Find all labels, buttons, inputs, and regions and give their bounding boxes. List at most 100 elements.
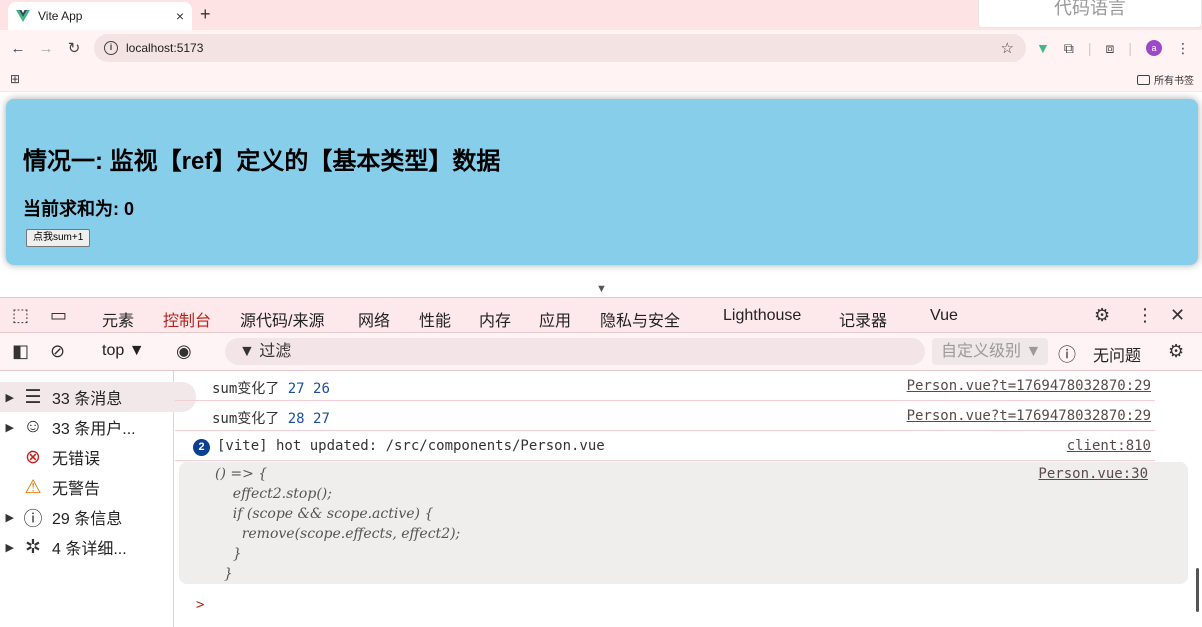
- cast-icon[interactable]: ⧈: [1106, 40, 1115, 57]
- sidebar-item-verbose[interactable]: ▶ ✲ 4 条详细...: [0, 532, 174, 562]
- inspect-element-icon[interactable]: ⬚: [12, 305, 29, 326]
- sidebar-item-label: 33 条用户...: [52, 421, 136, 438]
- menu-kebab-icon[interactable]: ⋮: [1176, 40, 1190, 57]
- console-filter-input[interactable]: ▼ 过滤: [225, 338, 925, 365]
- tab-application[interactable]: 应用: [539, 307, 571, 331]
- sidebar-item-messages[interactable]: ▶ ☰ 33 条消息: [0, 382, 196, 412]
- forward-icon[interactable]: →: [32, 40, 60, 57]
- console-message: sum变化了 28 27: [212, 408, 330, 428]
- sidebar-item-label: 33 条消息: [52, 391, 123, 408]
- bookmark-star-icon[interactable]: ☆: [1001, 39, 1014, 57]
- vue-devtools-extension-icon[interactable]: ▼: [1036, 40, 1050, 56]
- tab-title: Vite App: [38, 9, 83, 23]
- toolbar-actions: ▼ ⧉ | ⧈ | a ⋮: [1036, 30, 1190, 66]
- drawer-toggle-icon[interactable]: ▼: [596, 283, 607, 295]
- function-output-block[interactable]: () => { effect2.stop(); if (scope && sco…: [179, 462, 1188, 584]
- browser-tab[interactable]: Vite App ×: [8, 2, 192, 30]
- live-expression-eye-icon[interactable]: ◉: [176, 341, 192, 362]
- sidebar-item-warnings[interactable]: ⚠ 无警告: [0, 472, 174, 502]
- sum-display: 当前求和为: 0: [23, 199, 135, 219]
- sidebar-item-label: 无错误: [52, 451, 101, 468]
- tab-sources[interactable]: 源代码/来源: [240, 307, 324, 331]
- tab-console[interactable]: 控制台: [148, 307, 226, 342]
- expand-arrow-icon[interactable]: ▶: [0, 511, 20, 524]
- console-message: sum变化了 27 26: [212, 378, 330, 398]
- toolbar-divider: |: [1128, 40, 1133, 56]
- sidebar-toggle-icon[interactable]: ◧: [12, 341, 29, 362]
- tab-strip: Vite App × + 代码语言: [0, 0, 1202, 30]
- sidebar-item-label: 29 条信息: [52, 511, 123, 528]
- extensions-puzzle-icon[interactable]: ⧉: [1064, 40, 1074, 57]
- device-toolbar-icon[interactable]: ▭: [50, 305, 67, 326]
- console-message: [vite] hot updated: /src/components/Pers…: [217, 438, 605, 454]
- tab-network[interactable]: 网络: [358, 307, 390, 331]
- message-values: 27 26: [287, 381, 330, 397]
- console-toolbar: ◧ ⊘ top ▼ ◉ ▼ 过滤 自定义级别 ▼ ⓘ 无问题 ⚙: [0, 333, 1202, 371]
- issues-info-icon[interactable]: ⓘ: [1058, 341, 1076, 367]
- clear-console-icon[interactable]: ⊘: [50, 341, 65, 362]
- expand-arrow-icon[interactable]: ▶: [0, 541, 20, 554]
- filter-icon: ▼: [239, 343, 255, 360]
- folder-icon: [1137, 74, 1150, 85]
- source-link[interactable]: client:810: [1067, 438, 1151, 454]
- repeat-count-badge: 2: [193, 439, 210, 456]
- tab-elements[interactable]: 元素: [102, 307, 134, 331]
- expand-arrow-icon[interactable]: ▶: [0, 391, 20, 404]
- log-levels-dropdown[interactable]: 自定义级别 ▼: [932, 338, 1048, 365]
- sidebar-item-user-messages[interactable]: ▶ ☺ 33 条用户...: [0, 412, 174, 442]
- site-info-icon[interactable]: i: [104, 41, 118, 55]
- all-bookmarks-button[interactable]: 所有书签: [1137, 72, 1194, 87]
- source-link[interactable]: Person.vue?t=1769478032870:29: [907, 408, 1151, 424]
- address-bar[interactable]: i localhost:5173 ☆: [94, 34, 1026, 62]
- bug-icon: ✲: [25, 536, 41, 558]
- console-prompt-icon[interactable]: >: [196, 597, 204, 613]
- message-values: 28 27: [287, 411, 330, 427]
- browser-toolbar: ← → ↻ i localhost:5173 ☆ ▼ ⧉ | ⧈ | a ⋮: [0, 30, 1202, 66]
- overlay-panel: 代码语言: [978, 0, 1202, 28]
- tab-lighthouse[interactable]: Lighthouse: [723, 307, 801, 325]
- tab-vue[interactable]: Vue: [930, 307, 958, 325]
- source-link[interactable]: Person.vue?t=1769478032870:29: [907, 378, 1151, 394]
- console-scrollbar[interactable]: [1196, 568, 1199, 612]
- devtools-menu-icon[interactable]: ⋮: [1136, 305, 1154, 326]
- source-link[interactable]: Person.vue:30: [1038, 466, 1148, 482]
- profile-avatar[interactable]: a: [1146, 40, 1163, 56]
- console-sidebar: ▶ ☰ 33 条消息 ▶ ☺ 33 条用户... ⊗ 无错误 ⚠ 无警告 ▶ ⓘ…: [0, 371, 196, 627]
- expand-arrow-icon[interactable]: ▶: [0, 421, 20, 434]
- sidebar-item-errors[interactable]: ⊗ 无错误: [0, 442, 174, 472]
- bookmarks-bar: ⊞ 所有书签: [0, 66, 1202, 92]
- apps-grid-icon[interactable]: ⊞: [10, 72, 20, 86]
- tab-performance[interactable]: 性能: [419, 307, 451, 331]
- sidebar-item-info[interactable]: ▶ ⓘ 29 条信息: [0, 502, 174, 532]
- sidebar-item-label: 4 条详细...: [52, 541, 127, 558]
- settings-gear-icon[interactable]: ⚙: [1094, 305, 1110, 326]
- issues-count[interactable]: 无问题: [1093, 342, 1141, 366]
- tab-recorder[interactable]: 记录器: [839, 307, 887, 331]
- sidebar-item-label: 无警告: [52, 481, 101, 498]
- console-row: sum变化了 27 26 Person.vue?t=1769478032870:…: [175, 371, 1155, 401]
- reload-icon[interactable]: ↻: [60, 39, 88, 57]
- tab-close-icon[interactable]: ×: [176, 8, 184, 24]
- new-tab-button[interactable]: +: [200, 4, 211, 25]
- tab-memory[interactable]: 内存: [479, 307, 511, 331]
- all-bookmarks-label: 所有书签: [1154, 76, 1194, 87]
- console-output: sum变化了 27 26 Person.vue?t=1769478032870:…: [175, 371, 1193, 627]
- page-viewport: 情况一: 监视【ref】定义的【基本类型】数据 当前求和为: 0 点我sum+1: [0, 93, 1202, 283]
- page-heading: 情况一: 监视【ref】定义的【基本类型】数据: [23, 148, 501, 175]
- console-settings-icon[interactable]: ⚙: [1168, 341, 1184, 362]
- function-source: () => { effect2.stop(); if (scope && sco…: [215, 466, 461, 582]
- tab-privacy-security[interactable]: 隐私与安全: [600, 307, 680, 331]
- context-selector[interactable]: top ▼: [102, 342, 145, 360]
- person-card: 情况一: 监视【ref】定义的【基本类型】数据 当前求和为: 0 点我sum+1: [6, 99, 1198, 265]
- message-text: sum变化了: [212, 381, 280, 397]
- filter-placeholder: 过滤: [259, 343, 292, 360]
- back-icon[interactable]: ←: [4, 40, 32, 57]
- close-devtools-icon[interactable]: ✕: [1170, 305, 1185, 326]
- warning-icon: ⚠: [24, 476, 42, 498]
- console-row: sum变化了 28 27 Person.vue?t=1769478032870:…: [175, 401, 1155, 431]
- devtools-tabbar: ⬚ ▭ 元素 控制台 源代码/来源 网络 性能 内存 应用 隐私与安全 Ligh…: [0, 297, 1202, 342]
- increment-sum-button[interactable]: 点我sum+1: [26, 229, 91, 247]
- message-text: sum变化了: [212, 411, 280, 427]
- vue-logo-icon: [16, 10, 30, 22]
- toolbar-divider: |: [1087, 40, 1092, 56]
